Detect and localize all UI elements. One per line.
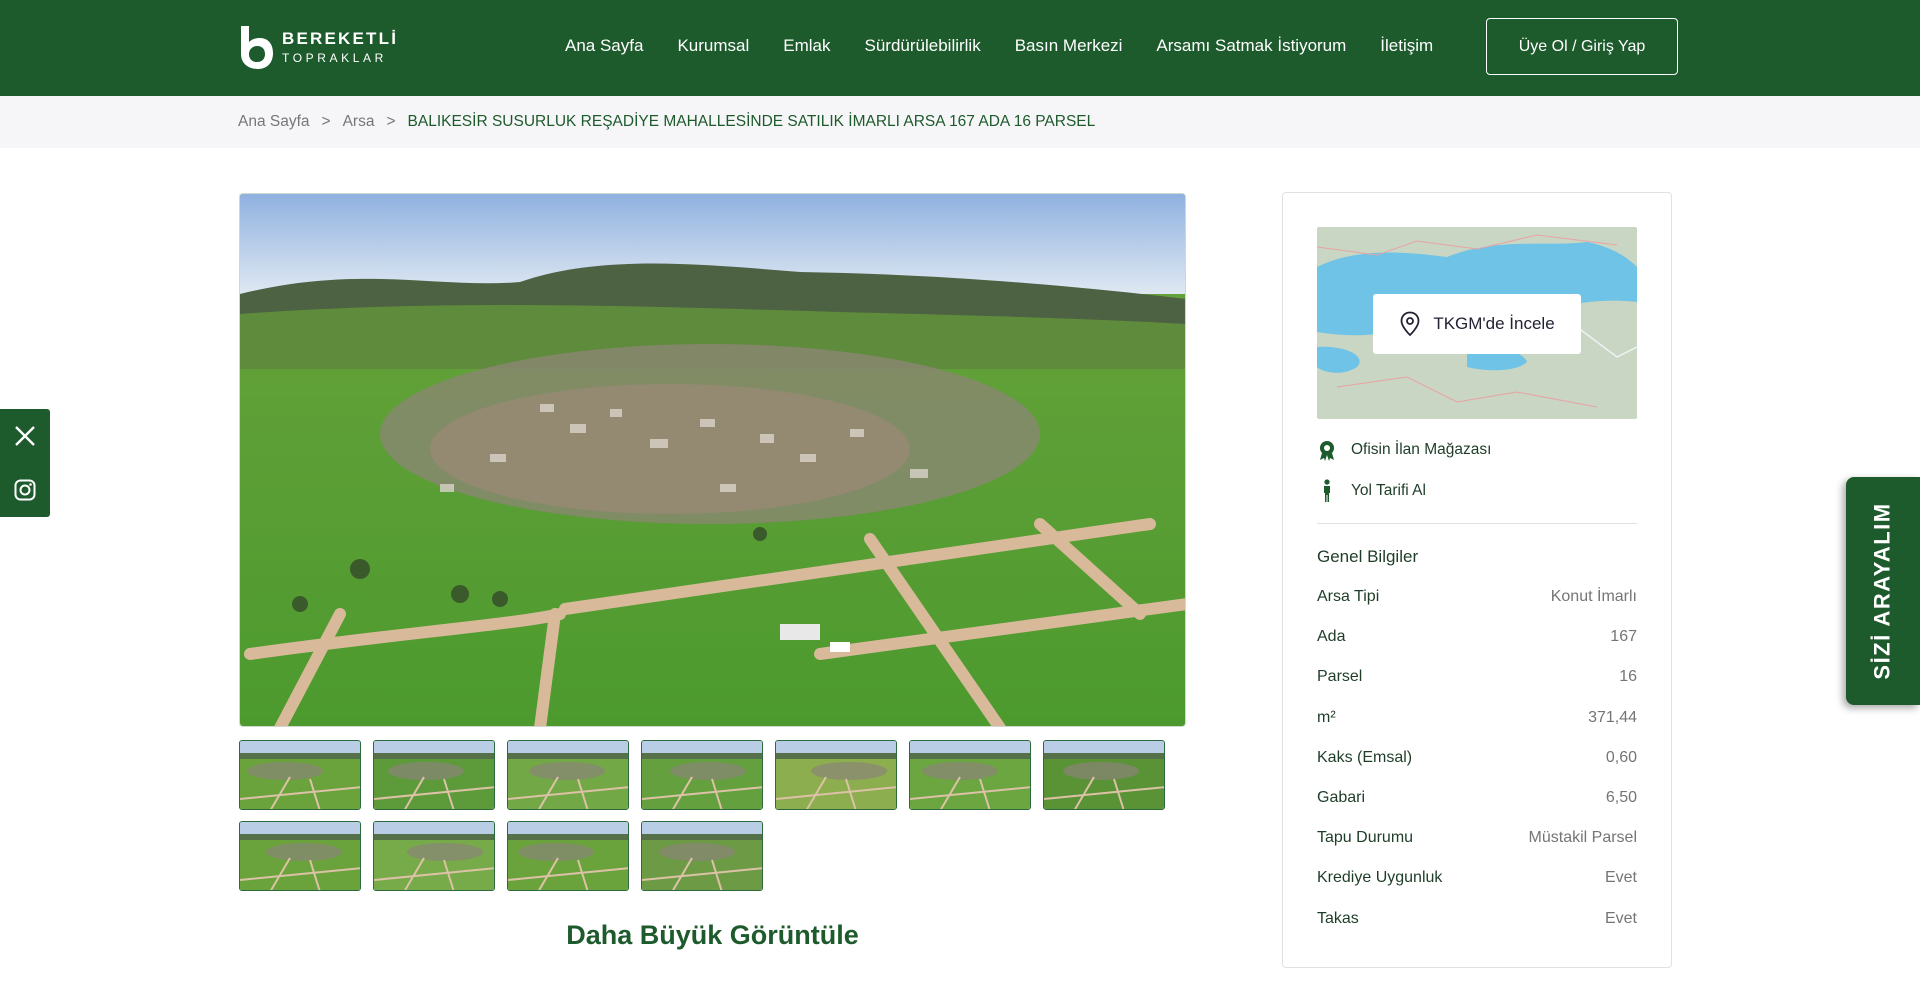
award-badge-icon <box>1320 441 1334 461</box>
breadcrumb-category[interactable]: Arsa <box>343 113 375 131</box>
listing-info-card: TKGM'de İncele Ofisin İlan Mağazası Yol … <box>1282 192 1672 968</box>
instagram-icon[interactable] <box>13 478 37 502</box>
thumbnail-image <box>508 741 628 809</box>
info-row: Kaks (Emsal) 0,60 <box>1317 738 1637 778</box>
gallery-thumbnail[interactable] <box>1043 740 1165 810</box>
card-divider <box>1317 523 1637 524</box>
social-sidebar <box>0 409 50 517</box>
info-value: 167 <box>1610 628 1637 646</box>
site-header: BEREKETLİ TOPRAKLAR Ana Sayfa Kurumsal E… <box>0 0 1920 96</box>
breadcrumb: Ana Sayfa > Arsa > BALIKESİR SUSURLUK RE… <box>238 113 1095 131</box>
info-row: Parsel 16 <box>1317 657 1637 697</box>
general-info-title: Genel Bilgiler <box>1317 547 1419 566</box>
gallery-thumbnail[interactable] <box>775 740 897 810</box>
nav-basin-merkezi[interactable]: Basın Merkezi <box>1015 36 1123 56</box>
directions-link[interactable]: Yol Tarifi Al <box>1317 479 1426 503</box>
info-value: Müstakil Parsel <box>1528 829 1637 847</box>
info-row: Ada 167 <box>1317 617 1637 657</box>
nav-surdurulebilirlik[interactable]: Sürdürülebilirlik <box>865 36 981 56</box>
info-row: Arsa Tipi Konut İmarlı <box>1317 577 1637 617</box>
logo-b-icon <box>241 26 273 69</box>
office-store-link[interactable]: Ofisin İlan Mağazası <box>1317 439 1491 461</box>
info-value: 6,50 <box>1605 789 1637 807</box>
directions-label: Yol Tarifi Al <box>1351 482 1426 499</box>
office-store-label: Ofisin İlan Mağazası <box>1351 441 1492 458</box>
info-key: Ada <box>1317 628 1346 646</box>
gallery-thumbnail[interactable] <box>507 821 629 891</box>
info-row: m² 371,44 <box>1317 698 1637 738</box>
location-map[interactable]: TKGM'de İncele <box>1317 227 1637 419</box>
gallery-thumbnail[interactable] <box>239 821 361 891</box>
info-value: 371,44 <box>1588 708 1637 726</box>
info-key: Takas <box>1317 909 1359 927</box>
login-register-button[interactable]: Üye Ol / Giriş Yap <box>1486 18 1678 75</box>
info-value: Evet <box>1604 909 1637 927</box>
thumbnail-image <box>776 741 896 809</box>
breadcrumb-separator: > <box>386 113 396 130</box>
info-value: Konut İmarlı <box>1550 588 1637 606</box>
breadcrumb-bar: Ana Sayfa > Arsa > BALIKESİR SUSURLUK RE… <box>0 96 1920 148</box>
info-key: Kaks (Emsal) <box>1317 748 1413 766</box>
gallery-thumbnail[interactable] <box>641 740 763 810</box>
info-key: Gabari <box>1317 789 1366 807</box>
breadcrumb-home[interactable]: Ana Sayfa <box>238 113 310 131</box>
thumbnail-image <box>1044 741 1164 809</box>
callback-label: SİZİ ARAYALIM <box>1870 502 1896 680</box>
info-value: 0,60 <box>1605 748 1637 766</box>
info-key: m² <box>1317 708 1336 726</box>
brand-line1: BEREKETLİ <box>282 29 399 48</box>
thumbnail-image <box>374 741 494 809</box>
gallery-thumbnail[interactable] <box>641 821 763 891</box>
gallery-thumbnail[interactable] <box>909 740 1031 810</box>
info-value: 16 <box>1619 668 1637 686</box>
view-larger-link[interactable]: Daha Büyük Görüntüle <box>239 920 1186 951</box>
brand-line2: TOPRAKLAR <box>282 51 387 65</box>
breadcrumb-separator: > <box>321 113 331 130</box>
info-key: Arsa Tipi <box>1317 588 1380 606</box>
info-row: Takas Evet <box>1317 899 1637 939</box>
brand-logo[interactable]: BEREKETLİ TOPRAKLAR <box>238 24 398 70</box>
gallery-thumbnail[interactable] <box>373 740 495 810</box>
thumbnail-image <box>642 822 762 890</box>
gallery-thumbnail[interactable] <box>373 821 495 891</box>
info-key: Parsel <box>1317 668 1363 686</box>
breadcrumb-current: BALIKESİR SUSURLUK REŞADİYE MAHALLESİNDE… <box>407 113 1096 130</box>
brand-name: BEREKETLİ TOPRAKLAR <box>282 30 398 64</box>
tkgm-inspect-label: TKGM'de İncele <box>1433 314 1555 333</box>
location-pin-icon <box>1400 311 1420 337</box>
general-info-list: Arsa Tipi Konut İmarlı Ada 167 Parsel 16 m² 371… <box>1317 577 1637 939</box>
info-row: Tapu Durumu Müstakil Parsel <box>1317 818 1637 858</box>
nav-ana-sayfa[interactable]: Ana Sayfa <box>565 36 643 56</box>
info-row: Krediye Uygunluk Evet <box>1317 858 1637 898</box>
info-value: Evet <box>1604 869 1637 887</box>
aerial-photo <box>240 194 1185 726</box>
info-key: Tapu Durumu <box>1317 829 1414 847</box>
info-row: Gabari 6,50 <box>1317 778 1637 818</box>
nav-iletisim[interactable]: İletişim <box>1380 36 1433 56</box>
nav-kurumsal[interactable]: Kurumsal <box>677 36 749 56</box>
callback-request-tab[interactable]: SİZİ ARAYALIM <box>1846 477 1920 705</box>
thumbnail-image <box>240 822 360 890</box>
thumbnail-image <box>240 741 360 809</box>
thumbnail-image <box>374 822 494 890</box>
walking-person-icon <box>1324 479 1330 502</box>
gallery-thumbnail[interactable] <box>239 740 361 810</box>
nav-emlak[interactable]: Emlak <box>783 36 830 56</box>
thumbnail-image <box>508 822 628 890</box>
info-key: Krediye Uygunluk <box>1317 869 1443 887</box>
main-nav: Ana Sayfa Kurumsal Emlak Sürdürülebilirl… <box>565 36 1467 56</box>
thumbnail-image <box>910 741 1030 809</box>
thumbnail-image <box>642 741 762 809</box>
nav-arsami-satmak[interactable]: Arsamı Satmak İstiyorum <box>1156 36 1346 56</box>
tkgm-inspect-button[interactable]: TKGM'de İncele <box>1373 294 1581 354</box>
main-listing-image[interactable] <box>239 193 1186 727</box>
x-twitter-icon[interactable] <box>13 424 37 448</box>
gallery-thumbnail[interactable] <box>507 740 629 810</box>
thumbnail-gallery <box>239 740 1169 891</box>
